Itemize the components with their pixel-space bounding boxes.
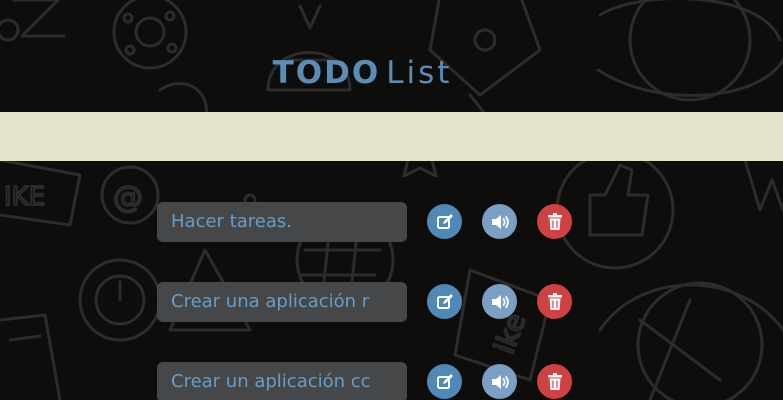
speak-button[interactable] <box>482 284 517 319</box>
task-text-field[interactable]: Crear un aplicación cc <box>157 362 407 400</box>
speaker-icon <box>491 374 509 389</box>
speak-button[interactable] <box>482 204 517 239</box>
edit-icon <box>436 293 453 309</box>
edit-button[interactable] <box>427 364 462 399</box>
edit-button[interactable] <box>427 204 462 239</box>
task-text-field[interactable]: Hacer tareas. <box>157 202 407 242</box>
delete-button[interactable] <box>537 204 572 239</box>
edit-icon <box>436 213 453 229</box>
task-list: Hacer tareas. Crear una aplicación r Cre… <box>0 0 783 400</box>
trash-icon <box>547 212 562 230</box>
delete-button[interactable] <box>537 284 572 319</box>
trash-icon <box>547 292 562 310</box>
speak-button[interactable] <box>482 364 517 399</box>
task-text-field[interactable]: Crear una aplicación r <box>157 282 407 322</box>
edit-button[interactable] <box>427 284 462 319</box>
delete-button[interactable] <box>537 364 572 399</box>
edit-icon <box>436 373 453 389</box>
task-row: Crear un aplicación cc <box>157 362 577 400</box>
speaker-icon <box>491 214 509 229</box>
trash-icon <box>547 372 562 390</box>
task-row: Hacer tareas. <box>157 202 577 242</box>
task-row: Crear una aplicación r <box>157 282 577 322</box>
speaker-icon <box>491 294 509 309</box>
